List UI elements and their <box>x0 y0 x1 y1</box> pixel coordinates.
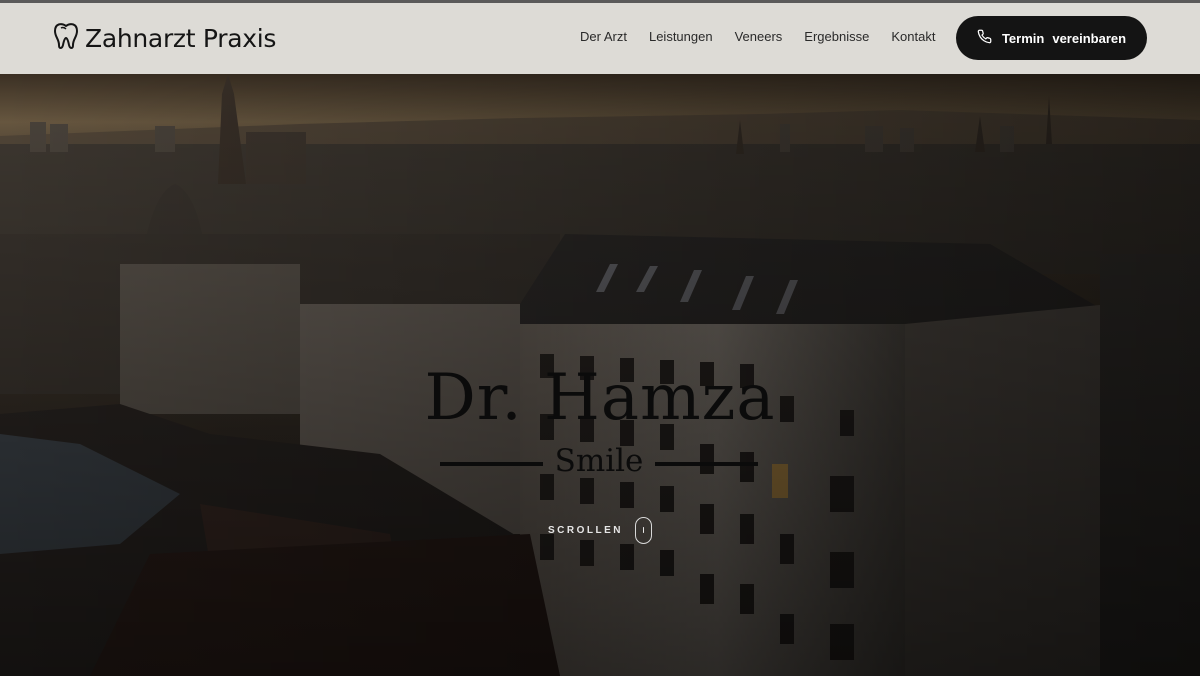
scroll-indicator[interactable]: SCROLLEN <box>548 517 652 544</box>
subtitle-rule-right <box>655 462 758 466</box>
cta-label-2: vereinbaren <box>1052 30 1127 46</box>
phone-icon <box>977 29 1002 47</box>
site-header: Zahnarzt Praxis Der Arzt Leistungen Vene… <box>0 3 1200 74</box>
logo[interactable]: Zahnarzt Praxis <box>53 21 276 56</box>
logo-text: Zahnarzt Praxis <box>85 24 277 53</box>
mouse-icon <box>635 517 652 544</box>
main-nav: Der Arzt Leistungen Veneers Ergebnisse K… <box>580 29 957 44</box>
nav-der-arzt[interactable]: Der Arzt <box>580 29 627 44</box>
hero-title: Dr. Hamza <box>424 361 776 435</box>
scroll-label: SCROLLEN <box>548 525 623 536</box>
hero-subtitle: Smile <box>554 443 644 479</box>
hero-subtitle-block: Smile <box>440 441 758 481</box>
nav-ergebnisse[interactable]: Ergebnisse <box>804 29 869 44</box>
book-appointment-button[interactable]: Termin vereinbaren <box>956 16 1147 60</box>
nav-leistungen[interactable]: Leistungen <box>649 29 713 44</box>
tooth-icon <box>53 21 79 56</box>
nav-veneers[interactable]: Veneers <box>735 29 783 44</box>
nav-kontakt[interactable]: Kontakt <box>891 29 935 44</box>
hero-section: Dr. Hamza Smile SCROLLEN <box>0 74 1200 676</box>
cta-label-1: Termin <box>1001 30 1045 46</box>
